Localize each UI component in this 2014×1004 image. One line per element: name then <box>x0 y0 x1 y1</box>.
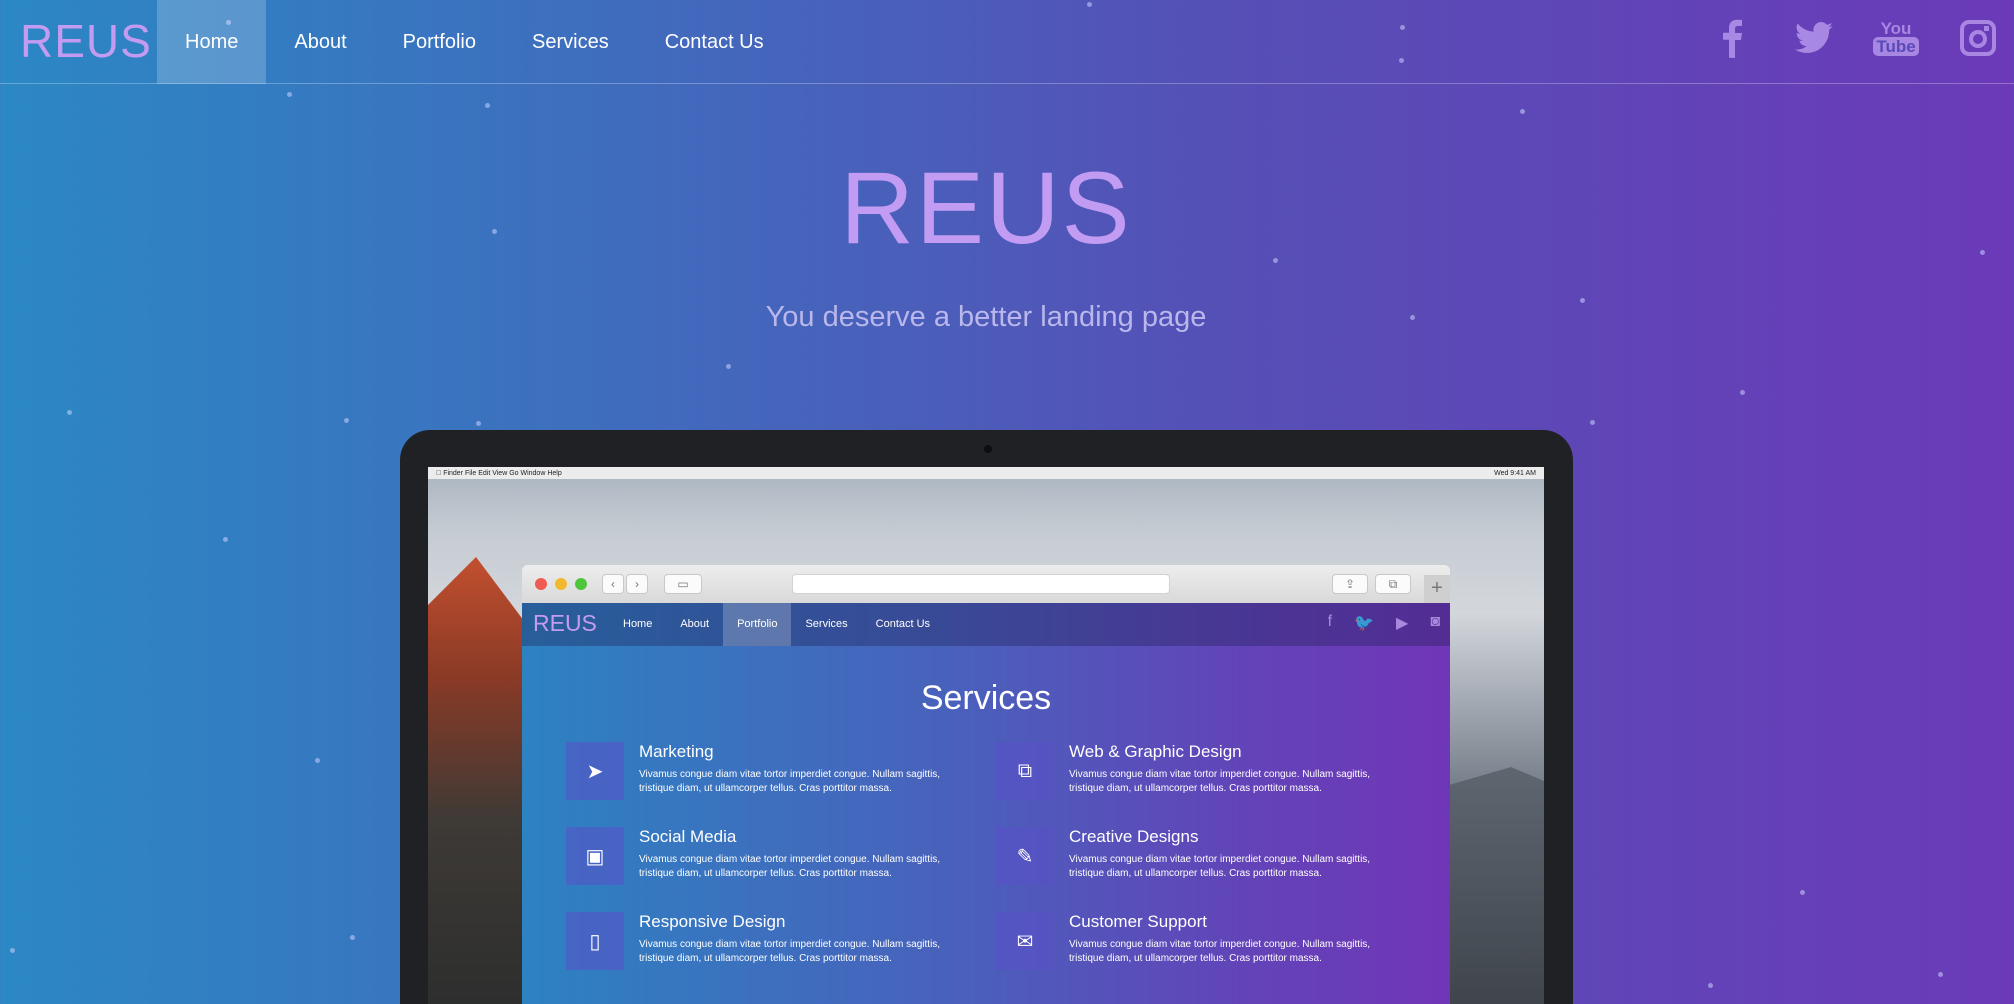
service-web-graphic-design: ⧉ Web & Graphic Design Vivamus congue di… <box>996 742 1396 804</box>
youtube-icon[interactable]: ▶ <box>1396 613 1408 633</box>
service-desc: Vivamus congue diam vitae tortor imperdi… <box>639 939 941 964</box>
inner-nav-portfolio[interactable]: Portfolio <box>723 603 792 646</box>
minimize-window-dot[interactable] <box>555 578 567 590</box>
inner-site: REUS Home About Portfolio Services Conta… <box>522 603 1450 1004</box>
camera-dot <box>984 445 992 453</box>
nav-menu: Home About Portfolio Services Contact Us <box>157 0 792 84</box>
youtube-icon-top: You <box>1880 19 1912 38</box>
inner-nav-services[interactable]: Services <box>791 603 861 646</box>
service-title: Marketing <box>639 742 714 761</box>
service-desc: Vivamus congue diam vitae tortor imperdi… <box>1069 769 1371 794</box>
close-window-dot[interactable] <box>535 578 547 590</box>
paper-plane-icon: ➤ <box>566 742 624 800</box>
share-icon[interactable]: ⇪ <box>1332 574 1368 594</box>
hero-subtitle: You deserve a better landing page <box>765 301 1207 333</box>
mobile-icon: ▯ <box>566 912 624 970</box>
service-marketing: ➤ Marketing Vivamus congue diam vitae to… <box>566 742 966 804</box>
browser-toolbar: ‹ › ▭ ⇪ ⧉ + <box>522 565 1450 603</box>
twitter-icon[interactable]: 🐦 <box>1354 613 1374 633</box>
facebook-icon[interactable] <box>1712 18 1752 58</box>
twitter-icon[interactable] <box>1794 18 1834 58</box>
instagram-icon[interactable] <box>1958 18 1998 58</box>
mac-menubar:  Finder File Edit View Go Window Help W… <box>428 467 1544 479</box>
inner-social-links: f 🐦 ▶ ◙ <box>1328 613 1440 633</box>
service-title: Creative Designs <box>1069 827 1199 846</box>
tabs-icon[interactable]: ⧉ <box>1375 574 1411 594</box>
new-tab-icon[interactable]: + <box>1424 575 1450 603</box>
brand-logo[interactable]: REUS <box>20 14 152 68</box>
maximize-window-dot[interactable] <box>575 578 587 590</box>
forward-arrow-icon[interactable]: › <box>626 574 648 594</box>
inner-nav-menu: Home About Portfolio Services Contact Us <box>609 603 944 646</box>
service-title: Social Media <box>639 827 737 846</box>
hero-title: REUS <box>840 151 1132 265</box>
copy-icon: ⧉ <box>996 742 1054 800</box>
back-arrow-icon[interactable]: ‹ <box>602 574 624 594</box>
inner-brand-logo[interactable]: REUS <box>533 610 597 637</box>
service-desc: Vivamus congue diam vitae tortor imperdi… <box>1069 939 1371 964</box>
address-bar[interactable] <box>792 574 1170 594</box>
instagram-icon[interactable]: ◙ <box>1430 613 1440 633</box>
browser-window: ‹ › ▭ ⇪ ⧉ + REUS Home About Portfolio Se… <box>522 565 1450 1004</box>
youtube-icon-bottom: Tube <box>1873 37 1919 56</box>
services-heading: Services <box>920 679 1052 717</box>
menubar-left:  Finder File Edit View Go Window Help <box>436 469 562 477</box>
facebook-icon[interactable]: f <box>1328 613 1332 633</box>
service-desc: Vivamus congue diam vitae tortor imperdi… <box>1069 854 1371 879</box>
service-desc: Vivamus congue diam vitae tortor imperdi… <box>639 854 941 879</box>
top-nav: REUS Home About Portfolio Services Conta… <box>0 0 2014 84</box>
service-responsive-design: ▯ Responsive Design Vivamus congue diam … <box>566 912 966 974</box>
service-title: Customer Support <box>1069 912 1207 931</box>
inner-nav-home[interactable]: Home <box>609 603 666 646</box>
social-links: You Tube <box>1712 18 1998 58</box>
laptop-mockup:  Finder File Edit View Go Window Help W… <box>400 430 1573 1004</box>
menubar-clock: Wed 9:41 AM <box>1494 469 1536 477</box>
laptop-screen:  Finder File Edit View Go Window Help W… <box>428 467 1544 1004</box>
envelope-icon: ✉ <box>996 912 1054 970</box>
mountain-right <box>1434 767 1544 1004</box>
nav-item-contact-us[interactable]: Contact Us <box>637 0 792 84</box>
service-creative-designs: ✎ Creative Designs Vivamus congue diam v… <box>996 827 1396 889</box>
inner-nav: REUS Home About Portfolio Services Conta… <box>522 603 1450 646</box>
service-customer-support: ✉ Customer Support Vivamus congue diam v… <box>996 912 1396 974</box>
service-desc: Vivamus congue diam vitae tortor imperdi… <box>639 769 941 794</box>
nav-item-about[interactable]: About <box>266 0 374 84</box>
service-title: Web & Graphic Design <box>1069 742 1242 761</box>
inner-nav-contact-us[interactable]: Contact Us <box>862 603 944 646</box>
inner-nav-about[interactable]: About <box>666 603 723 646</box>
nav-item-portfolio[interactable]: Portfolio <box>375 0 504 84</box>
twitter-square-icon: ▣ <box>566 827 624 885</box>
service-title: Responsive Design <box>639 912 786 931</box>
nav-item-services[interactable]: Services <box>504 0 637 84</box>
service-social-media: ▣ Social Media Vivamus congue diam vitae… <box>566 827 966 889</box>
magic-wand-icon: ✎ <box>996 827 1054 885</box>
nav-item-home[interactable]: Home <box>157 0 267 84</box>
youtube-icon[interactable]: You Tube <box>1873 18 1919 58</box>
sidebar-icon[interactable]: ▭ <box>664 574 702 594</box>
